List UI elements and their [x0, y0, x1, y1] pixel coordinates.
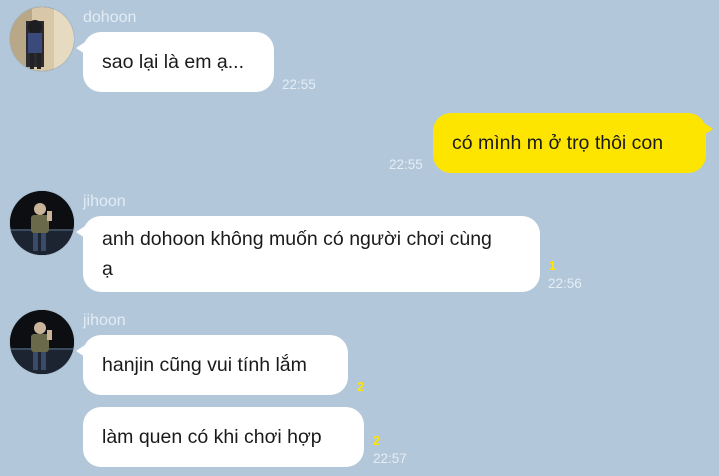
sender-name-jihoon: jihoon [83, 193, 126, 210]
message-bubble[interactable]: làm quen có khi chơi hợp [83, 407, 364, 467]
avatar-photo-jihoon [10, 310, 74, 374]
avatar-dohoon[interactable] [10, 7, 74, 71]
message-text: có mình m ở trọ thôi con [452, 132, 664, 154]
avatar-jihoon[interactable] [10, 191, 74, 255]
message-time: 22:57 [373, 451, 407, 466]
message-text: làm quen có khi chơi hợp [102, 426, 322, 448]
unread-count: 2 [373, 433, 381, 448]
message-text: sao lại là em ạ... [102, 51, 244, 73]
message-time: 22:55 [282, 77, 316, 92]
message-bubble[interactable]: hanjin cũng vui tính lắm [76, 335, 348, 395]
avatar-photo-jihoon [10, 191, 74, 255]
my-message-bubble[interactable]: có mình m ở trọ thôi con [433, 113, 713, 173]
avatar-photo-dohoon [10, 7, 74, 71]
sender-name-dohoon: dohoon [83, 9, 137, 26]
avatar-jihoon[interactable] [10, 310, 74, 374]
message-bubble[interactable]: anh dohoon không muốn có người chơi cùng… [76, 216, 540, 292]
message-time: 22:56 [548, 276, 582, 291]
message-text: anh dohoon không muốn có người chơi cùng… [102, 228, 492, 280]
message-text: hanjin cũng vui tính lắm [102, 354, 307, 376]
sender-name-jihoon: jihoon [83, 312, 126, 329]
unread-count: 1 [549, 258, 557, 273]
message-time: 22:55 [389, 157, 423, 172]
unread-count: 2 [357, 379, 365, 394]
message-bubble[interactable]: sao lại là em ạ... [76, 32, 274, 92]
